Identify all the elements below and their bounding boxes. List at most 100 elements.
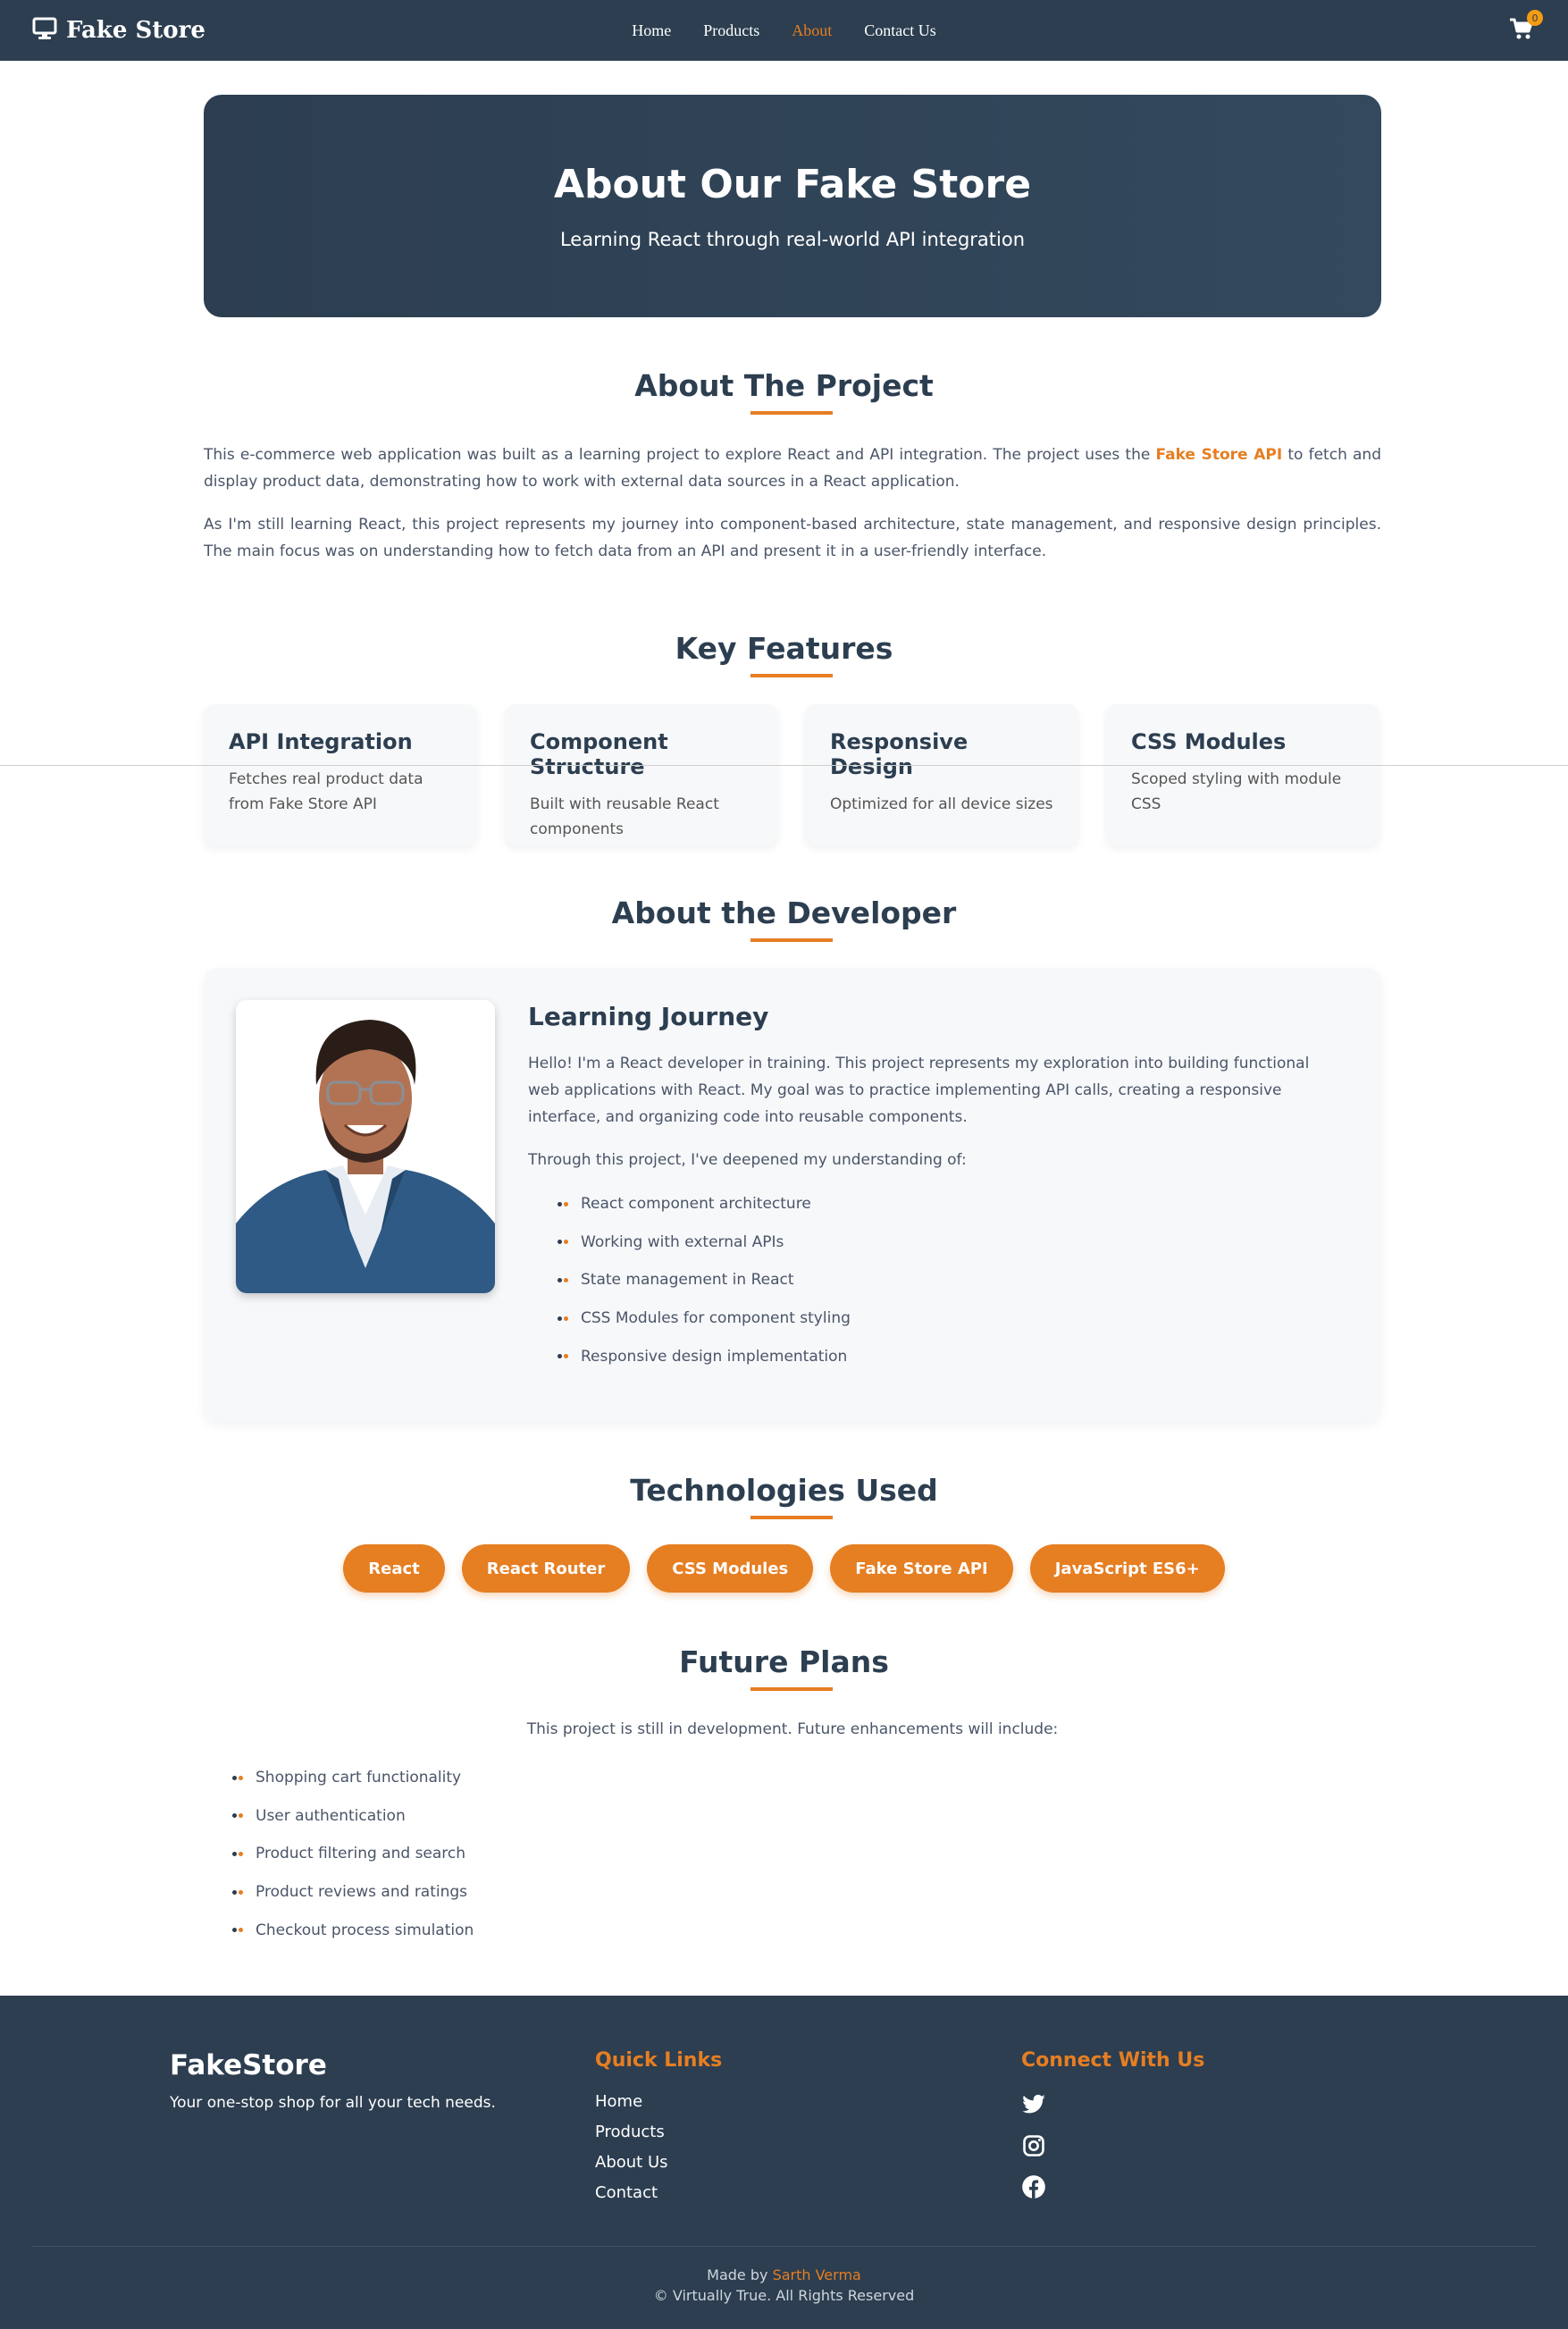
bullet-icon bbox=[558, 1354, 568, 1359]
bullet-icon bbox=[558, 1240, 568, 1245]
technologies-list: React React Router CSS Modules Fake Stor… bbox=[0, 1544, 1568, 1593]
bullet-icon bbox=[558, 1316, 568, 1321]
key-features-underline bbox=[750, 674, 833, 677]
list-item-text: Checkout process simulation bbox=[256, 1921, 474, 1939]
feature-description: Fetches real product data from Fake Stor… bbox=[229, 770, 423, 813]
feature-description: Scoped styling with module CSS bbox=[1131, 770, 1342, 813]
feature-title: API Integration bbox=[229, 729, 413, 754]
list-item: Checkout process simulation bbox=[232, 1911, 474, 1949]
list-item: State management in React bbox=[558, 1261, 851, 1299]
footer-link-about[interactable]: About Us bbox=[595, 2153, 668, 2172]
list-item: User authentication bbox=[232, 1797, 474, 1836]
future-plans-intro: This project is still in development. Fu… bbox=[526, 1720, 1059, 1738]
future-plans-list: Shopping cart functionality User authent… bbox=[232, 1759, 474, 1949]
list-item: Product reviews and ratings bbox=[232, 1873, 474, 1912]
footer-brand: FakeStore bbox=[170, 2049, 327, 2081]
hero-banner: About Our Fake Store Learning React thro… bbox=[204, 95, 1381, 317]
bullet-icon bbox=[232, 1928, 243, 1933]
developer-intro: Hello! I'm a React developer in training… bbox=[528, 1055, 1310, 1126]
tech-pill-react-router: React Router bbox=[461, 1544, 631, 1593]
bullet-icon bbox=[232, 1889, 243, 1895]
list-item-text: Product filtering and search bbox=[256, 1845, 466, 1863]
future-plans-underline bbox=[750, 1687, 833, 1691]
about-project-title: About The Project bbox=[634, 368, 934, 403]
nav-link-products[interactable]: Products bbox=[703, 21, 759, 40]
footer-link-contact[interactable]: Contact bbox=[595, 2183, 658, 2202]
fake-store-api-link[interactable]: Fake Store API bbox=[1155, 446, 1282, 464]
list-item: Product filtering and search bbox=[232, 1835, 474, 1873]
developer-card-title: Learning Journey bbox=[528, 1002, 769, 1031]
list-item-text: Working with external APIs bbox=[581, 1232, 784, 1251]
author-link[interactable]: Sarth Verma bbox=[773, 2266, 861, 2283]
developer-card: Learning Journey Hello! I'm a React deve… bbox=[204, 968, 1381, 1422]
monitor-icon bbox=[32, 17, 57, 44]
list-item-text: CSS Modules for component styling bbox=[581, 1309, 851, 1328]
facebook-icon[interactable] bbox=[1021, 2174, 1046, 2199]
cart-count-badge: 0 bbox=[1527, 10, 1543, 26]
brand-logo[interactable]: Fake Store bbox=[32, 17, 205, 44]
about-project-underline bbox=[750, 411, 833, 415]
future-plans-title: Future Plans bbox=[679, 1644, 889, 1679]
key-features-title: Key Features bbox=[675, 631, 893, 666]
bullet-icon bbox=[558, 1277, 568, 1282]
instagram-icon[interactable] bbox=[1021, 2133, 1046, 2158]
footer: FakeStore Your one-stop shop for all you… bbox=[0, 1996, 1568, 2329]
feature-description: Built with reusable React components bbox=[530, 795, 719, 838]
footer-divider bbox=[32, 2246, 1536, 2247]
connect-title: Connect With Us bbox=[1021, 2049, 1205, 2072]
list-item: React component architecture bbox=[558, 1185, 851, 1223]
feature-title: CSS Modules bbox=[1131, 729, 1287, 754]
developer-skills-list: React component architecture Working wit… bbox=[558, 1185, 851, 1375]
bullet-icon bbox=[232, 1851, 243, 1856]
tech-pill-react: React bbox=[343, 1544, 445, 1593]
about-developer-underline bbox=[750, 938, 833, 942]
bullet-icon bbox=[558, 1201, 568, 1207]
tech-pill-fake-store-api: Fake Store API bbox=[830, 1544, 1013, 1593]
cart-button[interactable]: 0 bbox=[1509, 10, 1543, 44]
feature-card-css-modules: CSS Modules Scoped styling with module C… bbox=[1106, 704, 1379, 845]
about-project-text-before: This e-commerce web application was buil… bbox=[204, 446, 1156, 464]
about-developer-title: About the Developer bbox=[611, 895, 957, 930]
footer-tagline: Your one-stop shop for all your tech nee… bbox=[170, 2094, 496, 2112]
nav-link-about[interactable]: About bbox=[792, 21, 832, 40]
feature-card-responsive-design: Responsive Design Optimized for all devi… bbox=[805, 704, 1078, 845]
list-item-text: Product reviews and ratings bbox=[256, 1883, 468, 1902]
horizontal-divider bbox=[0, 765, 1568, 766]
nav-link-home[interactable]: Home bbox=[632, 21, 671, 40]
footer-copyright: © Virtually True. All Rights Reserved bbox=[653, 2287, 915, 2304]
nav-link-contact[interactable]: Contact Us bbox=[864, 21, 936, 40]
feature-card-component-structure: Component Structure Built with reusable … bbox=[505, 704, 778, 845]
list-item: CSS Modules for component styling bbox=[558, 1299, 851, 1338]
feature-description: Optimized for all device sizes bbox=[830, 795, 1053, 813]
list-item-text: User authentication bbox=[256, 1806, 406, 1825]
footer-link-products[interactable]: Products bbox=[595, 2123, 665, 2141]
tech-pill-css-modules: CSS Modules bbox=[647, 1544, 814, 1593]
list-item: Shopping cart functionality bbox=[232, 1759, 474, 1797]
footer-link-home[interactable]: Home bbox=[595, 2092, 642, 2111]
list-item-text: State management in React bbox=[581, 1271, 794, 1290]
list-item-text: Shopping cart functionality bbox=[256, 1769, 462, 1787]
quick-links-title: Quick Links bbox=[595, 2049, 723, 2072]
nav-links: Home Products About Contact Us bbox=[632, 21, 936, 40]
tech-pill-javascript: JavaScript ES6+ bbox=[1029, 1544, 1225, 1593]
technologies-underline bbox=[750, 1516, 833, 1519]
about-project-paragraph-1: This e-commerce web application was buil… bbox=[204, 441, 1381, 495]
made-by-prefix: Made by bbox=[707, 2266, 773, 2283]
feature-title: Component Structure bbox=[530, 729, 668, 779]
list-item-text: Responsive design implementation bbox=[581, 1347, 848, 1366]
feature-card-api-integration: API Integration Fetches real product dat… bbox=[204, 704, 477, 845]
twitter-icon[interactable] bbox=[1021, 2092, 1046, 2117]
developer-lead: Through this project, I've deepened my u… bbox=[528, 1151, 967, 1169]
footer-credit: Made by Sarth Verma bbox=[0, 2266, 1568, 2283]
hero-title: About Our Fake Store bbox=[553, 162, 1032, 207]
developer-photo bbox=[236, 1000, 495, 1293]
list-item-text: React component architecture bbox=[581, 1195, 811, 1214]
about-project-paragraph-2: As I'm still learning React, this projec… bbox=[204, 516, 1381, 560]
bullet-icon bbox=[232, 1813, 243, 1819]
cart-icon bbox=[1509, 18, 1534, 44]
feature-title: Responsive Design bbox=[830, 729, 968, 779]
list-item: Responsive design implementation bbox=[558, 1337, 851, 1375]
brand-name: Fake Store bbox=[66, 17, 205, 44]
navbar: Fake Store Home Products About Contact U… bbox=[0, 0, 1568, 61]
list-item: Working with external APIs bbox=[558, 1223, 851, 1262]
